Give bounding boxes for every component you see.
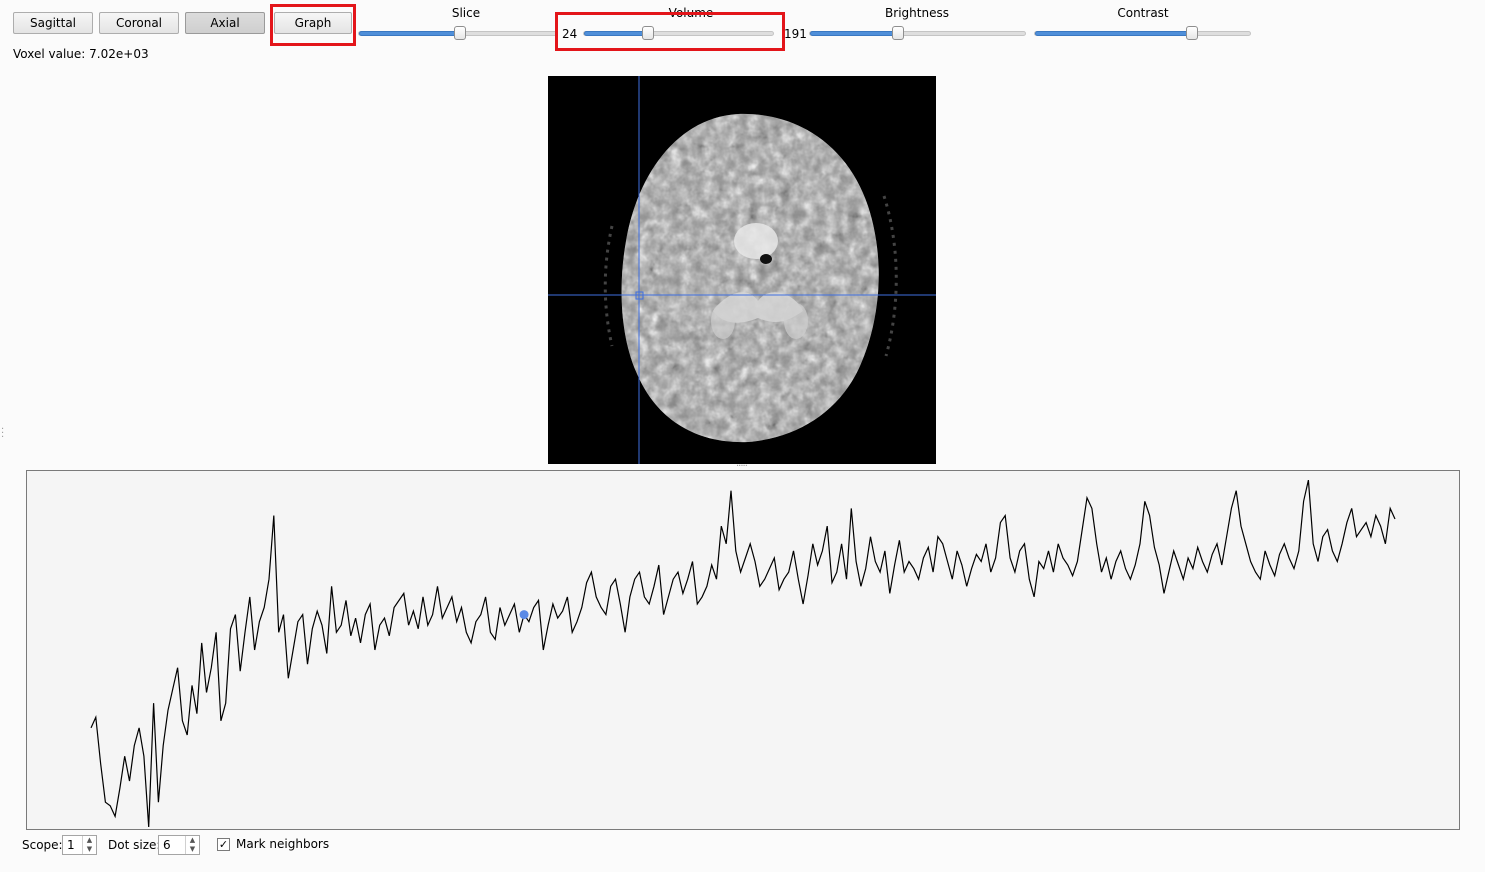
contrast-slider[interactable]: [1034, 31, 1251, 36]
scope-spinbox[interactable]: 1 ▲ ▼: [62, 835, 97, 855]
mark-neighbors-label[interactable]: Mark neighbors: [236, 837, 329, 851]
graph-button-highlight: [270, 4, 356, 46]
checkmark-icon: ✓: [218, 838, 229, 851]
contrast-slider-fill: [1035, 31, 1194, 36]
voxel-value: 7.02e+03: [89, 47, 149, 61]
dot-size-label: Dot size:: [108, 838, 161, 852]
left-splitter-grip[interactable]: · · ·: [1, 425, 4, 443]
brightness-slider-fill: [810, 31, 899, 36]
scope-label: Scope:: [22, 838, 63, 852]
brightness-slider[interactable]: [809, 31, 1026, 36]
brightness-label: Brightness: [885, 6, 949, 20]
dot-size-value: 6: [163, 838, 171, 852]
scope-stepper-icon[interactable]: ▲ ▼: [82, 836, 96, 854]
slice-slider-handle[interactable]: [454, 26, 466, 40]
mark-neighbors-checkbox[interactable]: ✓: [217, 838, 230, 851]
scope-value: 1: [67, 838, 75, 852]
brightness-slider-handle[interactable]: [891, 26, 904, 40]
axial-image-view[interactable]: [548, 76, 936, 464]
voxel-value-readout: Voxel value: 7.02e+03: [13, 47, 149, 61]
time-series-plot: [90, 479, 1396, 828]
brain-slice-image: [548, 76, 936, 464]
time-series-line: [90, 479, 1396, 828]
sagittal-button[interactable]: Sagittal: [13, 12, 93, 34]
time-series-graph[interactable]: [26, 470, 1460, 830]
axial-button[interactable]: Axial: [185, 12, 265, 34]
volume-slider-highlight: [555, 12, 785, 51]
volume-max-label: 191: [784, 27, 807, 41]
contrast-slider-handle[interactable]: [1186, 26, 1199, 40]
dot-size-spinbox[interactable]: 6 ▲ ▼: [158, 835, 200, 855]
current-volume-marker: [519, 610, 529, 620]
coronal-button[interactable]: Coronal: [99, 12, 179, 34]
dot-size-stepper-icon[interactable]: ▲ ▼: [185, 836, 199, 854]
voxel-value-label: Voxel value:: [13, 47, 86, 61]
slice-slider-fill: [359, 31, 461, 36]
contrast-label: Contrast: [1117, 6, 1169, 20]
slice-label: Slice: [451, 6, 481, 20]
